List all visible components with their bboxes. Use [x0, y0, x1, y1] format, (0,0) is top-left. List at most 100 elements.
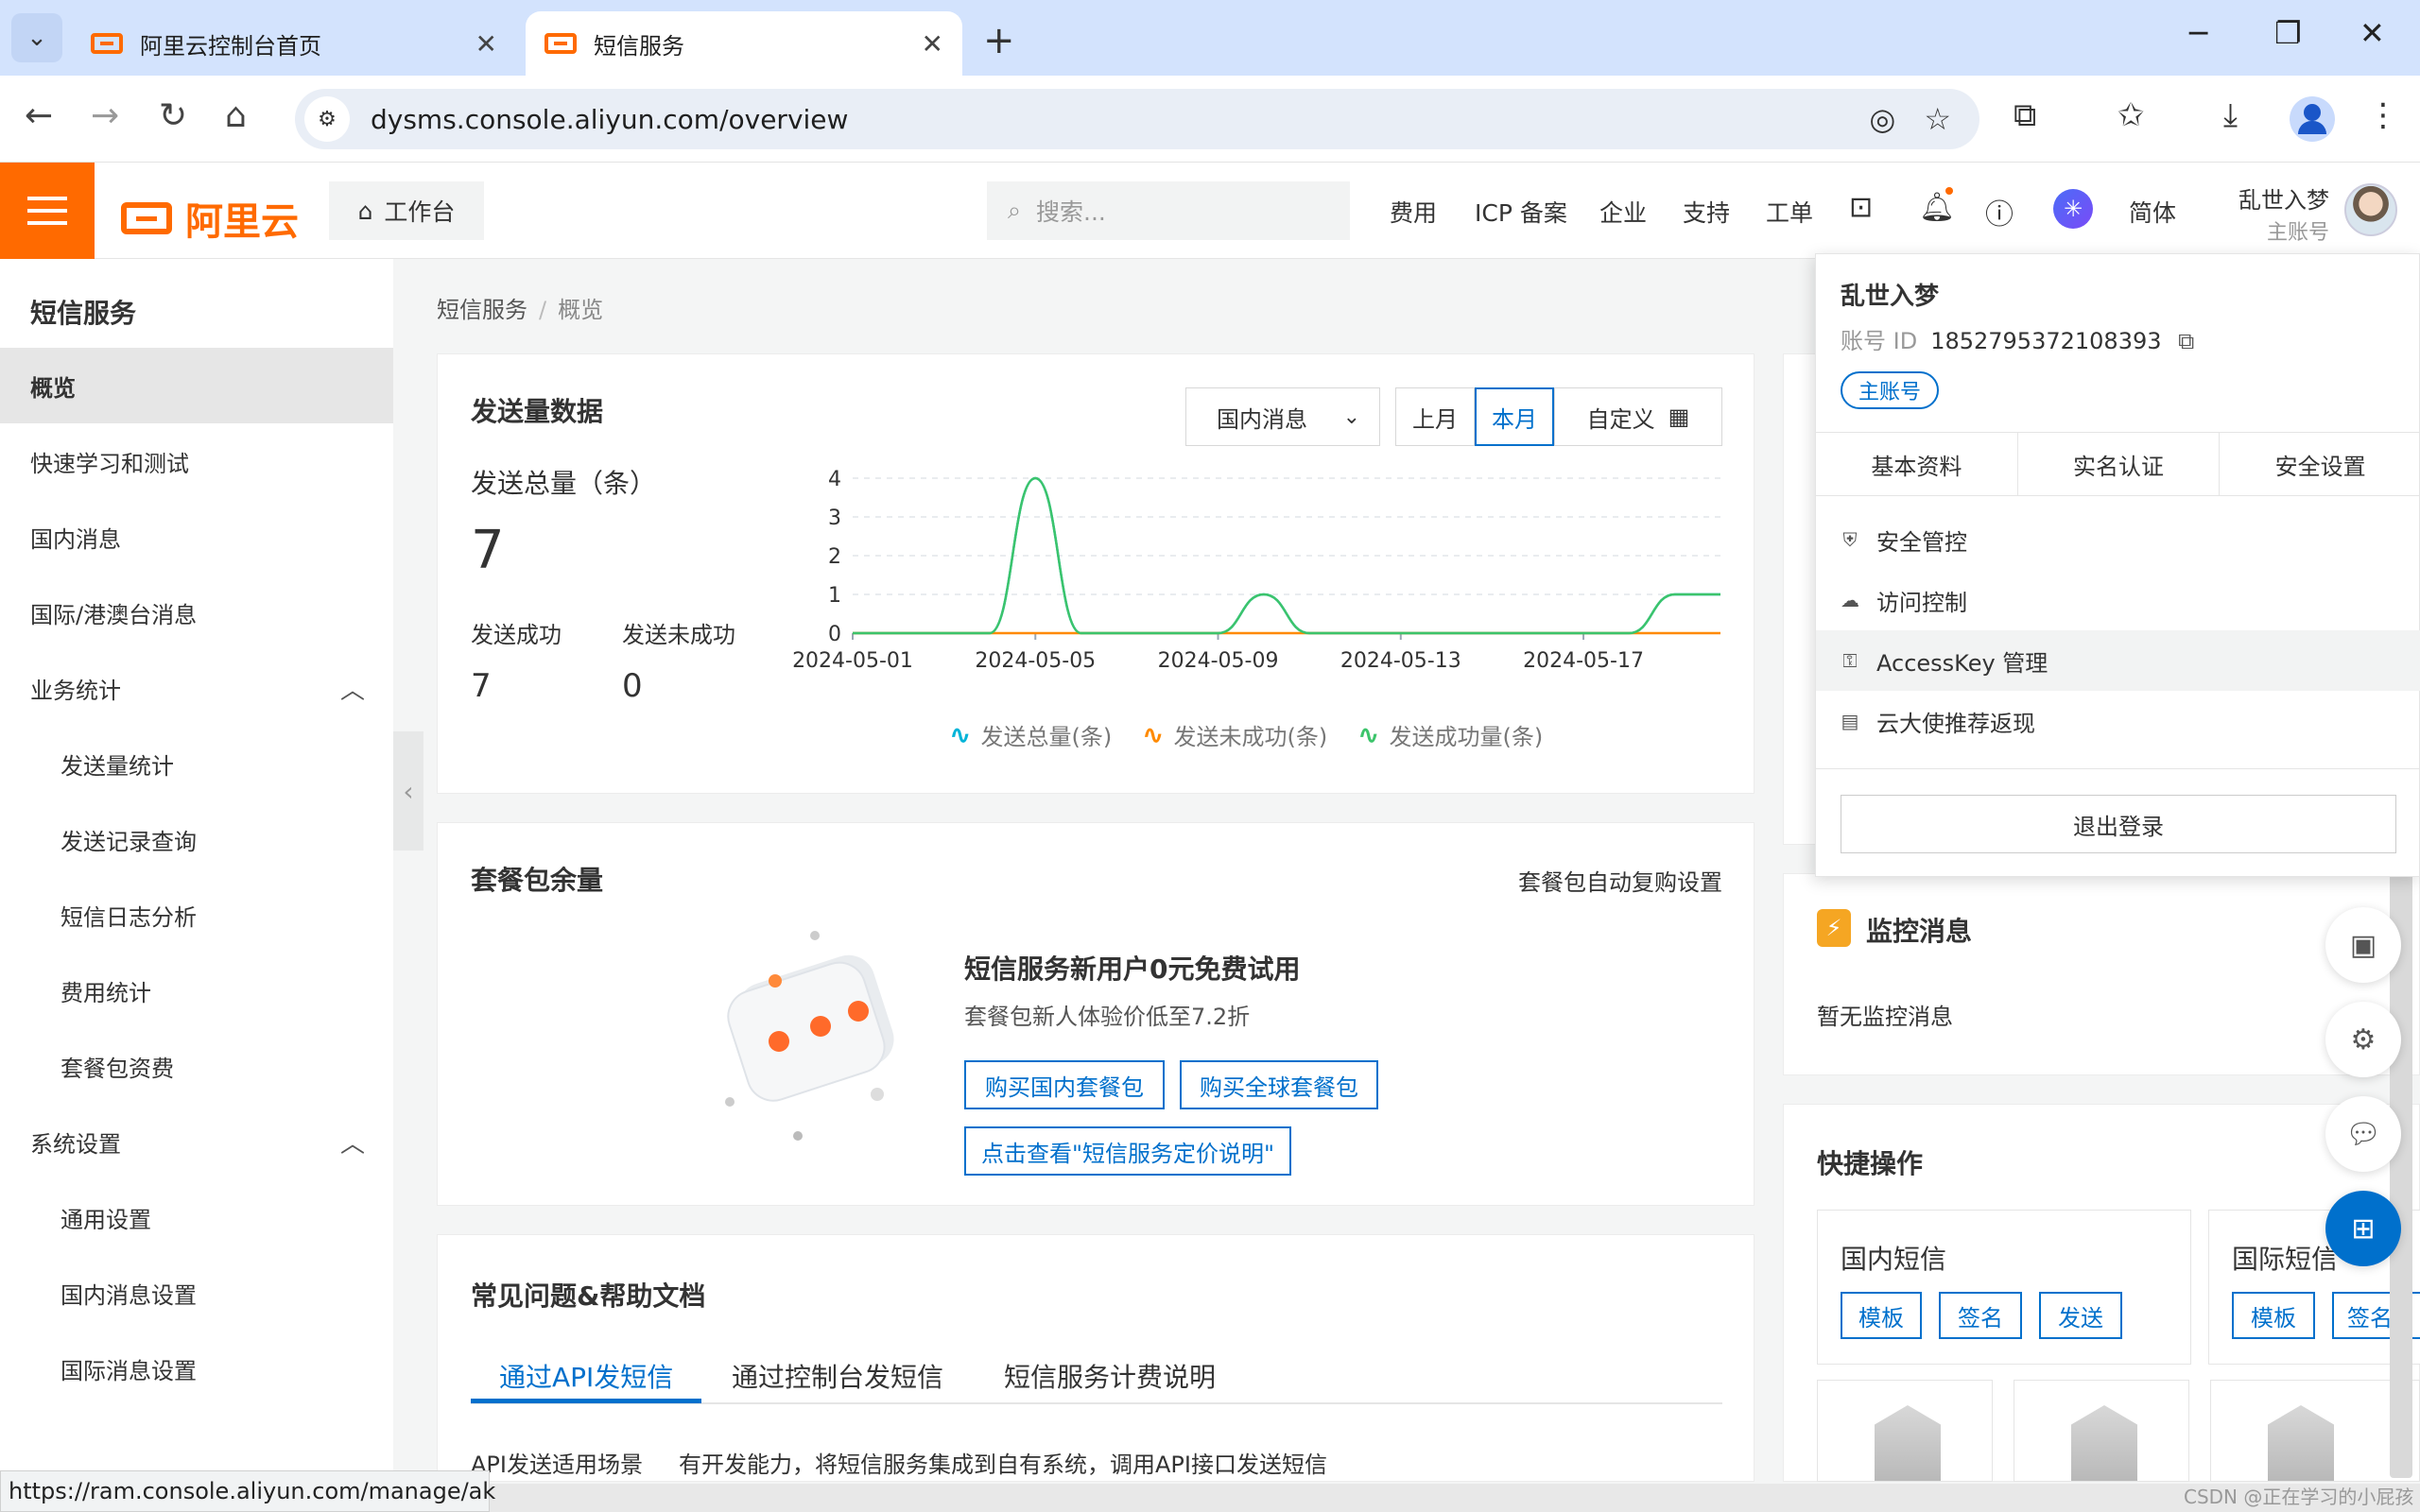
site-info-icon[interactable]: ⚙ [304, 96, 350, 142]
app-download-icon[interactable]: ▣ [2325, 907, 2401, 983]
more-menu-icon[interactable]: ⋮ [2367, 96, 2399, 134]
product-cube-card[interactable] [1817, 1380, 1993, 1482]
sidebar-item[interactable]: 国内消息设置 [0, 1255, 393, 1331]
new-tab-button[interactable]: + [983, 19, 1015, 62]
bell-icon[interactable]: 🔔︎ [1919, 191, 1955, 224]
copy-icon[interactable]: ⧉ [2178, 328, 2194, 354]
monitor-card [1783, 873, 2420, 1075]
cube-icon [1875, 1405, 1941, 1481]
product-cube-card[interactable] [2014, 1380, 2189, 1482]
reload-icon[interactable]: ↻ [159, 96, 187, 135]
logout-button[interactable]: 退出登录 [1841, 795, 2396, 853]
workbench-button[interactable]: ⌂ 工作台 [329, 181, 484, 240]
domestic-send-button[interactable]: 发送 [2039, 1292, 2122, 1339]
horizontal-scrollbar[interactable] [490, 1484, 2420, 1512]
close-icon[interactable]: ✕ [475, 28, 497, 60]
tab-console-sms[interactable]: 通过控制台发短信 [732, 1357, 943, 1395]
browser-tab-sms[interactable]: 短信服务 ✕ [526, 11, 962, 76]
sidebar-item[interactable]: 费用统计 [0, 953, 393, 1028]
intl-template-button[interactable]: 模板 [2232, 1292, 2315, 1339]
breadcrumb-root[interactable]: 短信服务 [437, 297, 527, 323]
range-last-month[interactable]: 上月 [1395, 387, 1475, 446]
feedback-chat-icon[interactable]: 💬︎ [2325, 1096, 2401, 1172]
sidebar-item[interactable]: 概览 [0, 348, 393, 423]
bookmark-star-icon[interactable]: ☆ [1924, 101, 1951, 137]
menu-access-control[interactable]: ☁ 访问控制 [1816, 570, 2420, 630]
sidebar-item[interactable]: 发送量统计 [0, 726, 393, 801]
language-switch[interactable]: 简体 [2129, 195, 2176, 229]
notification-dot [1945, 187, 1953, 195]
sidebar-item[interactable]: 国际消息设置 [0, 1331, 393, 1406]
download-icon[interactable]: ⤓ [2223, 96, 2238, 134]
help-row-text: 有开发能力，将短信服务集成到自有系统，调用API接口发送短信 [679, 1452, 1327, 1478]
sidebar-item[interactable]: 国内消息 [0, 499, 393, 575]
url-text[interactable]: dysms.console.aliyun.com/overview [371, 104, 1869, 135]
settings-gear-icon[interactable]: ⚙ [2325, 1002, 2401, 1077]
nav-ticket[interactable]: 工单 [1766, 195, 1813, 229]
chevron-up-icon[interactable]: ︿ [340, 1125, 365, 1160]
forward-icon[interactable]: → [91, 96, 119, 135]
sidebar-item[interactable]: 业务统计 ︿ [0, 650, 393, 726]
auto-renew-link[interactable]: 套餐包自动复购设置 [1518, 864, 1722, 897]
home-icon[interactable]: ⌂ [225, 96, 247, 135]
tab-real-name[interactable]: 实名认证 [2018, 433, 2221, 495]
sidebar-item[interactable]: 系统设置 ︿ [0, 1104, 393, 1179]
sidebar-collapse-handle[interactable]: ‹ [393, 731, 424, 850]
browser-tab-console-home[interactable]: 阿里云控制台首页 ✕ [72, 11, 516, 76]
sidebar-item[interactable]: 套餐包资费 [0, 1028, 393, 1104]
nav-support[interactable]: 支持 [1683, 195, 1730, 229]
tab-api-sms[interactable]: 通过API发短信 [499, 1357, 673, 1395]
extensions-icon[interactable]: ⧉ [2014, 96, 2036, 134]
total-label: 发送总量（条） [471, 468, 657, 499]
sidebar-item[interactable]: 快速学习和测试 [0, 423, 393, 499]
help-icon[interactable]: ⓘ [1985, 191, 2014, 232]
tab-billing-explain[interactable]: 短信服务计费说明 [1004, 1357, 1216, 1395]
range-custom-label: 自定义 [1586, 405, 1655, 433]
sidebar-item[interactable]: 发送记录查询 [0, 801, 393, 877]
sidebar-item[interactable]: 短信日志分析 [0, 877, 393, 953]
close-icon[interactable]: ✕ [922, 28, 943, 60]
user-avatar[interactable] [2344, 183, 2397, 236]
menu-security-control[interactable]: ⛨ 安全管控 [1816, 509, 2420, 570]
favorites-icon[interactable]: ✩ [2118, 96, 2145, 134]
tab-search-button[interactable]: ⌄ [11, 13, 62, 62]
buy-domestic-package-button[interactable]: 购买国内套餐包 [964, 1060, 1165, 1109]
nav-icp[interactable]: ICP 备案 [1475, 195, 1567, 229]
header-user-name[interactable]: 乱世入梦 [2238, 181, 2329, 215]
product-cube-card[interactable] [2210, 1380, 2420, 1482]
monitor-title: 监控消息 [1866, 916, 1973, 947]
console-search-input[interactable]: ⌕ 搜索... [987, 181, 1350, 240]
chevron-up-icon[interactable]: ︿ [340, 671, 365, 706]
tab-security-settings[interactable]: 安全设置 [2220, 433, 2420, 495]
breadcrumb: 短信服务 / 概览 [437, 291, 603, 324]
sidebar-item[interactable]: 通用设置 [0, 1179, 393, 1255]
quick-apps-grid-icon[interactable]: ⊞ [2325, 1191, 2401, 1266]
cloud-shell-icon[interactable]: ⊡ [1849, 191, 1873, 224]
sidebar-item[interactable]: 国际/港澳台消息 [0, 575, 393, 650]
menu-referral-cashback[interactable]: ▤ 云大使推荐返现 [1816, 691, 2420, 751]
address-bar[interactable]: ⚙ dysms.console.aliyun.com/overview ◎ ☆ [295, 89, 1979, 149]
pricing-explanation-button[interactable]: 点击查看"短信服务定价说明" [964, 1126, 1291, 1176]
region-select[interactable]: 国内消息 ⌄ [1185, 387, 1380, 446]
domestic-template-button[interactable]: 模板 [1841, 1292, 1922, 1339]
legend-fail[interactable]: ∿ 发送未成功(条) [1142, 718, 1327, 751]
domestic-signature-button[interactable]: 签名 [1939, 1292, 2022, 1339]
ai-assistant-icon[interactable]: ✳ [2053, 189, 2093, 229]
tab-basic-info[interactable]: 基本资料 [1816, 433, 2018, 495]
range-this-month[interactable]: 本月 [1475, 387, 1554, 446]
buy-global-package-button[interactable]: 购买全球套餐包 [1180, 1060, 1378, 1109]
restore-icon[interactable]: ❐ [2274, 15, 2302, 51]
back-icon[interactable]: ← [25, 96, 53, 135]
profile-avatar-icon[interactable] [2290, 96, 2335, 142]
minimize-icon[interactable]: ─ [2189, 15, 2207, 51]
window-close-icon[interactable]: ✕ [2360, 15, 2385, 51]
nav-billing[interactable]: 费用 [1390, 195, 1437, 229]
eye-slash-icon[interactable]: ◎ [1869, 101, 1895, 137]
nav-enterprise[interactable]: 企业 [1599, 195, 1647, 229]
hamburger-menu-icon[interactable] [0, 163, 95, 259]
aliyun-logo[interactable]: 阿里云 [121, 191, 299, 246]
legend-total[interactable]: ∿ 发送总量(条) [949, 718, 1112, 751]
range-custom[interactable]: 自定义 ▦ [1554, 387, 1722, 446]
legend-success[interactable]: ∿ 发送成功量(条) [1357, 718, 1543, 751]
menu-accesskey-management[interactable]: ⚿ AccessKey 管理 [1816, 630, 2420, 691]
